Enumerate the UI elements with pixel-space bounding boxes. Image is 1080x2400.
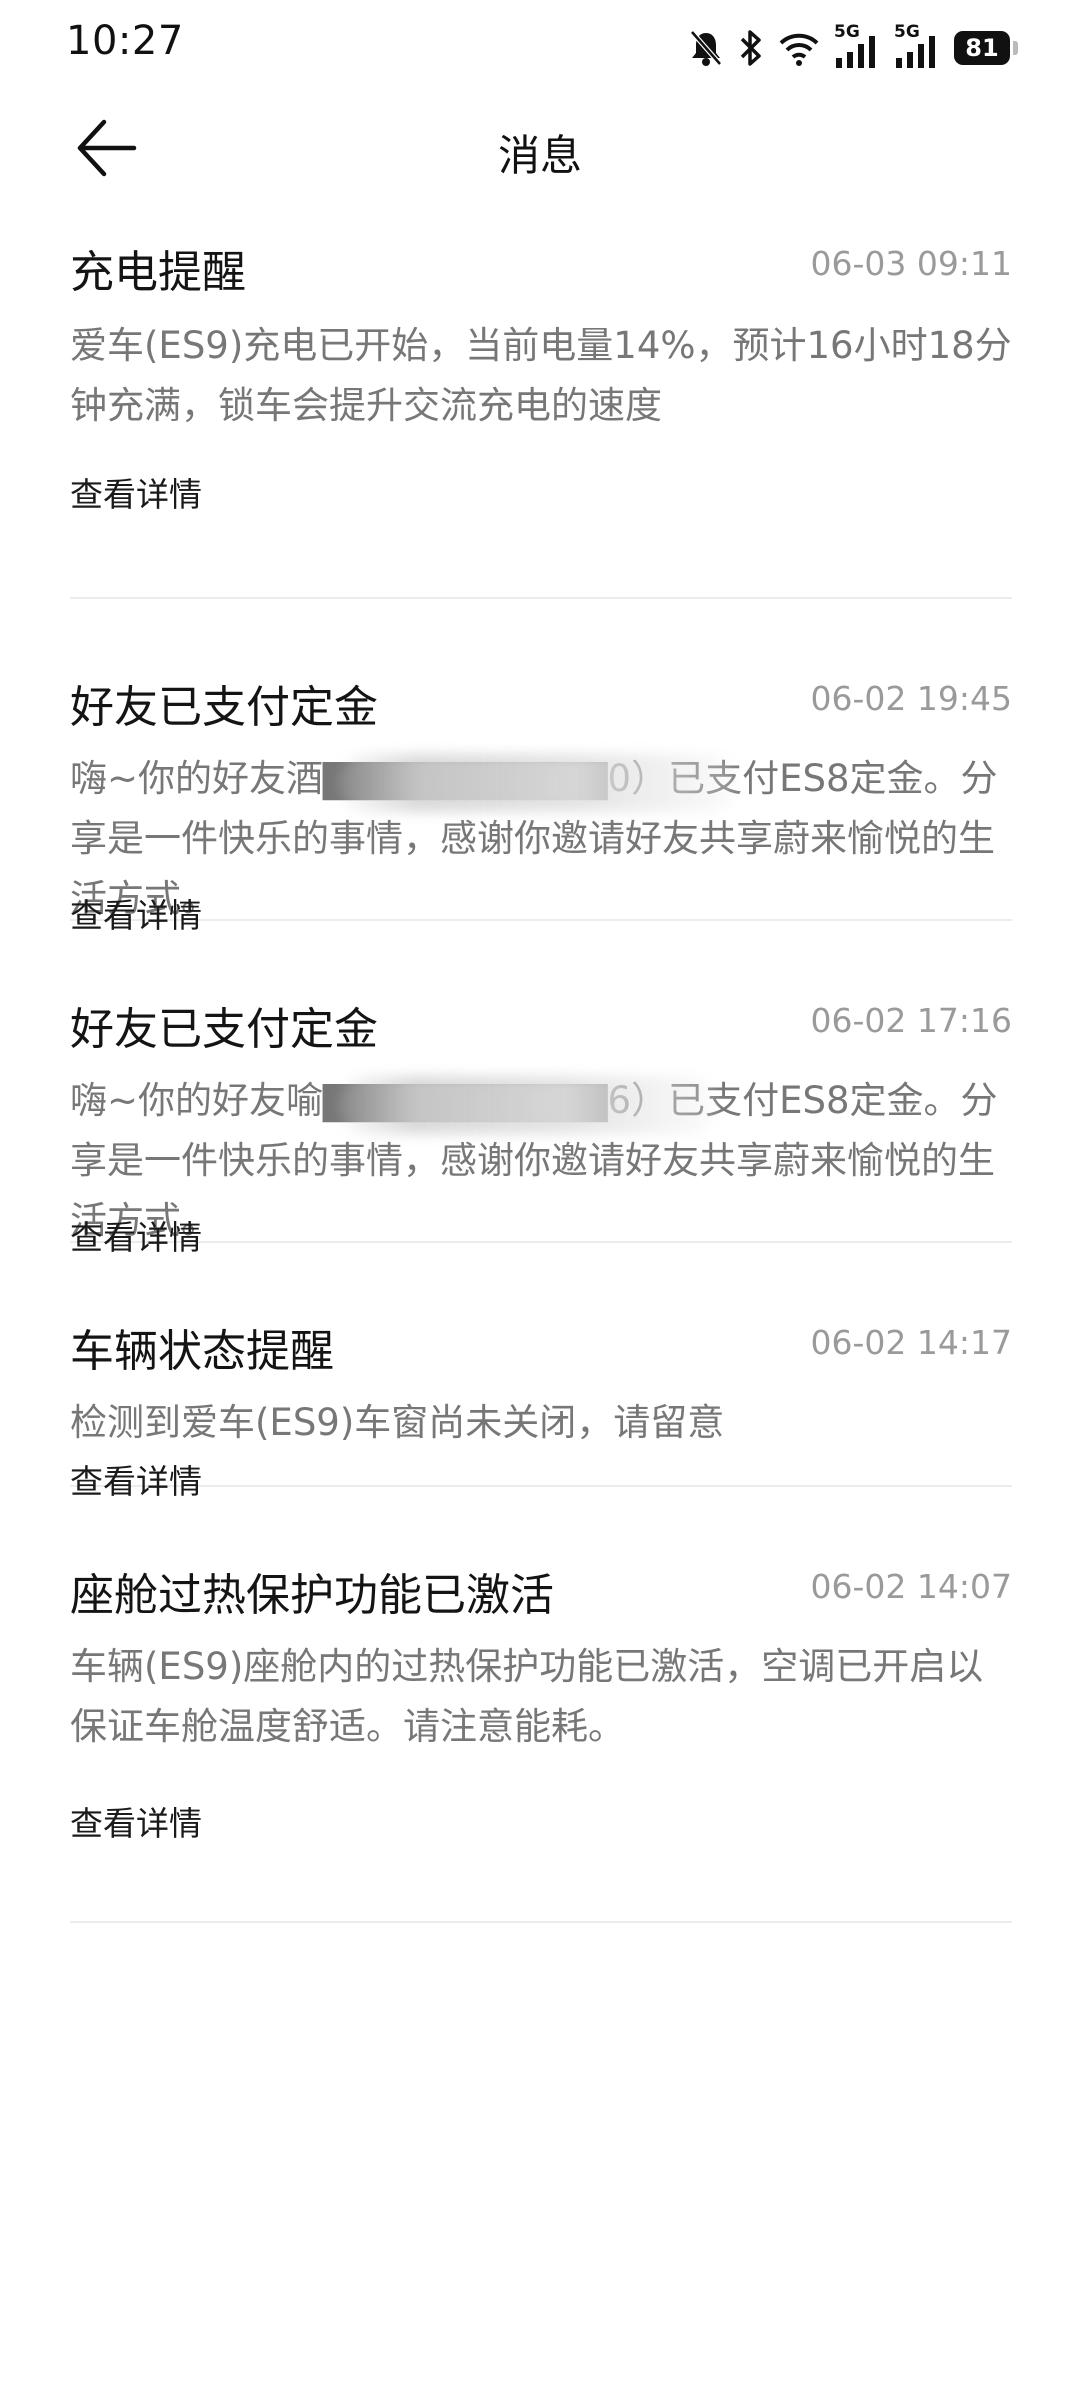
message-item[interactable]: 好友已支付定金 06-02 19:45 嗨~你的好友酒▇▇▇▇▇▇▇▇▇▇0）已… bbox=[70, 599, 1012, 935]
message-title: 座舱过热保护功能已激活 bbox=[70, 1570, 554, 1621]
message-item[interactable]: 充电提醒 06-03 09:11 爱车(ES9)充电已开始，当前电量14%，预计… bbox=[70, 212, 1012, 599]
message-body: 车辆(ES9)座舱内的过热保护功能已激活，空调已开启以保证车舱温度舒适。请注意能… bbox=[70, 1645, 984, 1748]
message-body: 爱车(ES9)充电已开始，当前电量14%，预计16小时18分钟充满，锁车会提升交… bbox=[70, 324, 1012, 427]
mute-bell-icon bbox=[688, 28, 724, 68]
battery-icon: 81 bbox=[954, 31, 1018, 65]
status-icons: 5G 5G 81 bbox=[688, 22, 1018, 70]
signal-icon: 5G bbox=[834, 22, 880, 70]
view-details-link[interactable]: 查看详情 bbox=[70, 468, 202, 516]
page-title: 消息 bbox=[497, 131, 582, 180]
message-title: 好友已支付定金 bbox=[70, 682, 378, 733]
message-item[interactable]: 座舱过热保护功能已激活 06-02 14:07 车辆(ES9)座舱内的过热保护功… bbox=[70, 1487, 1012, 1923]
redaction-blur bbox=[338, 754, 738, 812]
status-time: 10:27 bbox=[66, 18, 184, 64]
nav-bar: 消息 bbox=[0, 90, 1080, 210]
message-item[interactable]: 车辆状态提醒 06-02 14:17 检测到爱车(ES9)车窗尚未关闭，请留意 … bbox=[70, 1243, 1012, 1501]
message-time: 06-02 17:16 bbox=[810, 1001, 1012, 1040]
message-time: 06-02 14:17 bbox=[810, 1323, 1012, 1362]
signal-icon: 5G bbox=[894, 22, 940, 70]
message-time: 06-02 14:07 bbox=[810, 1567, 1012, 1606]
message-list: 充电提醒 06-03 09:11 爱车(ES9)充电已开始，当前电量14%，预计… bbox=[70, 212, 1012, 1923]
message-time: 06-03 09:11 bbox=[810, 244, 1012, 283]
redaction-blur bbox=[338, 1076, 718, 1134]
bluetooth-icon bbox=[738, 28, 764, 68]
message-title: 好友已支付定金 bbox=[70, 1004, 378, 1055]
status-bar: 10:27 5G 5G 81 bbox=[0, 0, 1080, 90]
message-title: 车辆状态提醒 bbox=[70, 1326, 334, 1377]
view-details-link[interactable]: 查看详情 bbox=[70, 1797, 202, 1845]
message-item[interactable]: 好友已支付定金 06-02 17:16 嗨~你的好友喻▇▇▇▇▇▇▇▇▇▇6）已… bbox=[70, 921, 1012, 1257]
message-body: 检测到爱车(ES9)车窗尚未关闭，请留意 bbox=[70, 1401, 725, 1444]
message-time: 06-02 19:45 bbox=[810, 679, 1012, 718]
wifi-icon bbox=[778, 28, 820, 68]
message-title: 充电提醒 bbox=[70, 247, 246, 298]
